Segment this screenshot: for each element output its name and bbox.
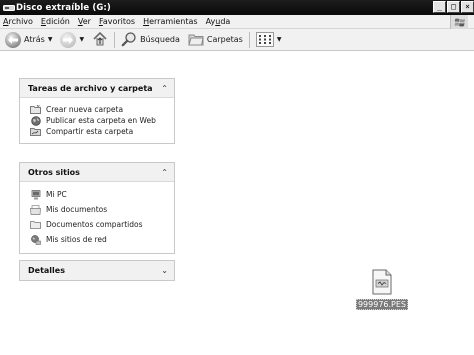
search-button[interactable]: Búsqueda: [119, 30, 182, 50]
menu-text: er: [82, 17, 91, 26]
place-label: Mis sitios de red: [46, 235, 107, 244]
panel-header[interactable]: Detalles ⌄: [20, 261, 174, 280]
window-title: Disco extraíble (G:): [16, 2, 111, 13]
other-places-panel: Otros sitios ⌃ Mi PC Mis documentos Docu…: [19, 162, 175, 254]
forward-button[interactable]: ▼: [58, 30, 86, 50]
back-button[interactable]: Atrás ▼: [3, 30, 54, 50]
file-list-area[interactable]: 999976.PES: [186, 52, 474, 355]
menu-text: rchivo: [8, 17, 33, 26]
minimize-button[interactable]: _: [433, 1, 446, 13]
menu-text: avoritos: [102, 17, 136, 26]
place-label: Mi PC: [46, 190, 67, 199]
task-publish-web[interactable]: Publicar esta carpeta en Web: [30, 115, 174, 126]
folders-button[interactable]: Carpetas: [186, 30, 245, 50]
computer-icon: [30, 189, 41, 200]
views-grid-icon: [255, 32, 274, 47]
close-button[interactable]: ×: [461, 1, 474, 13]
up-folder-icon: [92, 31, 108, 49]
place-label: Documentos compartidos: [46, 220, 143, 229]
forward-arrow-icon: [60, 31, 77, 48]
file-item[interactable]: 999976.PES: [352, 269, 412, 310]
menu-ver[interactable]: Ver: [74, 17, 95, 26]
dropdown-arrow-icon[interactable]: ▼: [79, 36, 84, 43]
menu-text: dición: [45, 17, 70, 26]
menu-archivo[interactable]: Archivo: [0, 17, 37, 26]
place-label: Mis documentos: [46, 205, 108, 214]
dropdown-arrow-icon[interactable]: ▼: [48, 36, 53, 43]
panel-header[interactable]: Otros sitios ⌃: [20, 163, 174, 182]
collapse-chevron-icon[interactable]: ⌃: [161, 84, 168, 93]
shared-folder-icon: [30, 220, 41, 230]
task-label: Publicar esta carpeta en Web: [46, 116, 156, 125]
place-my-documents[interactable]: Mis documentos: [30, 202, 174, 217]
menu-text: erramientas: [149, 17, 198, 26]
panel-title: Detalles: [28, 266, 65, 275]
task-share-folder[interactable]: Compartir esta carpeta: [30, 126, 174, 137]
task-new-folder[interactable]: Crear nueva carpeta: [30, 104, 174, 115]
task-pane: Tareas de archivo y carpeta ⌃ Crear nuev…: [0, 52, 186, 355]
menu-bar: Archivo Edición Ver Favoritos Herramient…: [0, 15, 474, 29]
new-folder-icon: [30, 105, 41, 115]
share-folder-icon: [30, 127, 41, 137]
panel-title: Tareas de archivo y carpeta: [28, 83, 153, 93]
place-my-computer[interactable]: Mi PC: [30, 187, 174, 202]
back-label: Atrás: [24, 35, 45, 44]
title-bar: Disco extraíble (G:) _ □ ×: [0, 0, 474, 15]
file-name: 999976.PES: [355, 299, 409, 310]
place-network[interactable]: Mis sitios de red: [30, 232, 174, 247]
search-label: Búsqueda: [140, 35, 180, 44]
menu-herramientas[interactable]: Herramientas: [139, 17, 202, 26]
folders-label: Carpetas: [206, 35, 243, 44]
collapse-chevron-icon[interactable]: ⌃: [161, 168, 168, 177]
network-places-icon: [30, 234, 41, 245]
toolbar-separator: [114, 31, 116, 48]
windows-logo-icon: [450, 15, 468, 29]
panel-title: Otros sitios: [28, 167, 80, 177]
search-icon: [121, 31, 137, 49]
file-folder-tasks-panel: Tareas de archivo y carpeta ⌃ Crear nuev…: [19, 78, 175, 144]
views-button[interactable]: ▼: [254, 30, 284, 50]
folders-icon: [188, 32, 204, 48]
task-label: Crear nueva carpeta: [46, 105, 124, 114]
expand-chevron-icon[interactable]: ⌄: [161, 266, 168, 275]
maximize-button[interactable]: □: [447, 1, 460, 13]
globe-icon: [30, 115, 41, 126]
menu-favoritos[interactable]: Favoritos: [95, 17, 139, 26]
documents-folder-icon: [30, 204, 41, 215]
drive-icon: [2, 2, 15, 13]
toolbar-separator: [248, 31, 250, 48]
file-icon: [371, 269, 393, 297]
dropdown-arrow-icon[interactable]: ▼: [277, 36, 282, 43]
panel-header[interactable]: Tareas de archivo y carpeta ⌃: [20, 79, 174, 98]
place-shared-documents[interactable]: Documentos compartidos: [30, 217, 174, 232]
menu-edicion[interactable]: Edición: [37, 17, 74, 26]
toolbar: Atrás ▼ ▼ Búsqueda Carpetas ▼: [0, 29, 474, 51]
details-panel: Detalles ⌄: [19, 260, 175, 281]
menu-ayuda[interactable]: Ayuda: [202, 17, 235, 26]
up-folder-button[interactable]: [90, 30, 110, 50]
menu-text: da: [220, 17, 231, 26]
task-label: Compartir esta carpeta: [46, 127, 134, 136]
back-arrow-icon: [5, 31, 21, 48]
menu-text: Ay: [205, 17, 216, 26]
